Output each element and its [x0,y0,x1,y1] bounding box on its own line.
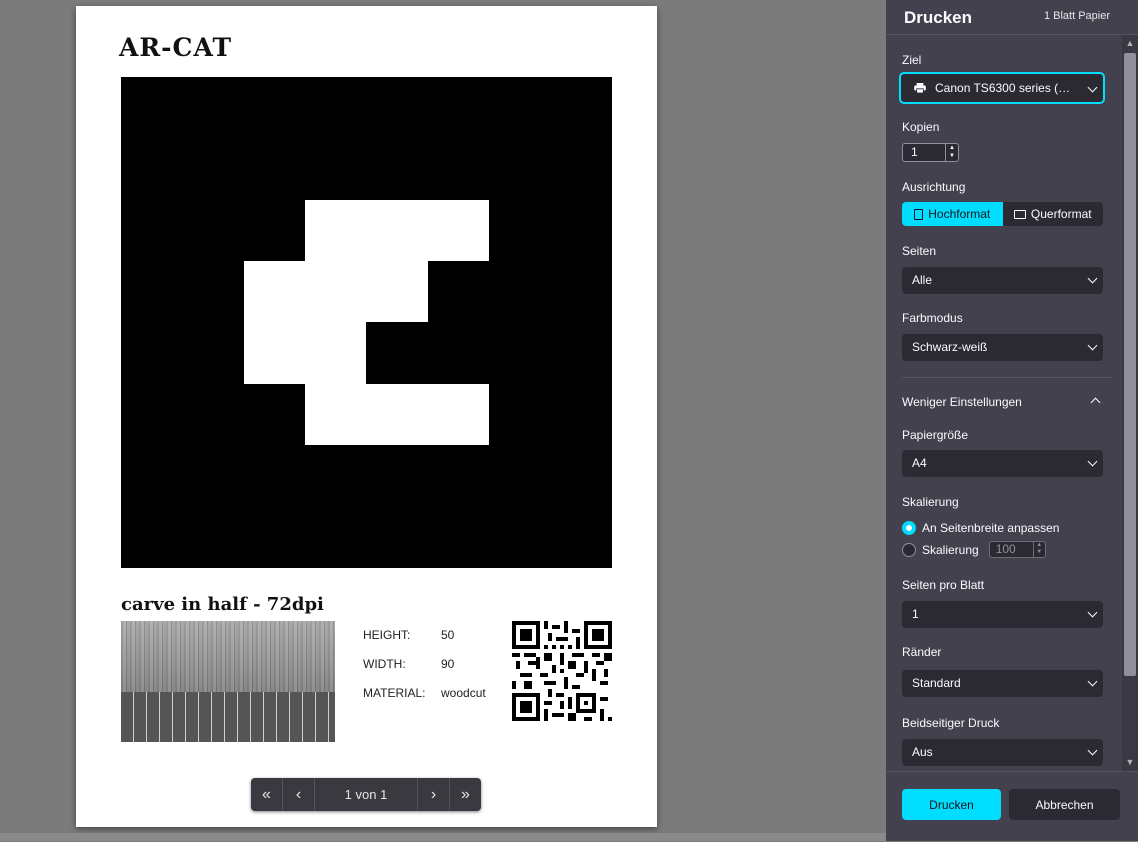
spinner-arrows-icon[interactable]: ▲ ▼ [945,144,958,161]
scaling-percent-input[interactable]: 100 ▲ ▼ [988,541,1046,558]
woodcut-photo [121,621,335,742]
page-indicator: 1 von 1 [315,778,418,811]
cancel-button[interactable]: Abbrechen [1009,789,1120,820]
page-caption: carve in half - 72dpi [121,594,324,615]
scaling-custom-radio[interactable]: Skalierung 100 ▲ ▼ [902,541,1046,558]
paper-size-value: A4 [912,456,927,470]
brand-logo: AR-CAT [119,33,233,62]
pages-select[interactable]: Alle [902,267,1103,294]
radio-selected-icon [902,521,916,535]
radio-unselected-icon [902,542,916,557]
print-preview-area: AR-CAT carve in half - 72dpi HEIGHT: 50 … [0,0,886,841]
copies-label: Kopien [902,120,940,134]
print-settings-panel: Drucken 1 Blatt Papier Ziel Canon TS6300… [886,0,1138,841]
spec-key: MATERIAL: [363,686,426,700]
section-divider [902,377,1112,378]
settings-scroll-area: Ziel Canon TS6300 series (… Kopien 1 ▲ ▼ … [886,35,1122,771]
color-mode-value: Schwarz-weiß [912,340,988,354]
pages-per-sheet-select[interactable]: 1 [902,601,1103,628]
spec-key: HEIGHT: [363,628,411,642]
fewer-settings-toggle[interactable]: Weniger Einstellungen [902,395,1103,409]
destination-select[interactable]: Canon TS6300 series (… [899,72,1105,104]
portrait-option[interactable]: Hochformat [902,202,1003,226]
scaling-fit-radio[interactable]: An Seitenbreite anpassen [902,521,1059,535]
landscape-label: Querformat [1030,207,1092,221]
scaling-label: Skalierung [902,495,959,509]
ar-marker-image [121,77,612,568]
panel-title: Drucken [904,8,973,27]
scaling-custom-label: Skalierung [922,542,979,557]
color-mode-select[interactable]: Schwarz-weiß [902,334,1103,361]
scroll-up-arrow-icon[interactable]: ▲ [1125,38,1135,48]
previous-page-button[interactable]: ‹ [283,778,315,811]
color-mode-label: Farbmodus [902,311,963,325]
orientation-label: Ausrichtung [902,180,966,194]
first-page-button[interactable]: « [251,778,283,811]
copies-value: 1 [911,145,918,159]
page-navigator: « ‹ 1 von 1 › » [251,778,481,811]
sheet-count: 1 Blatt Papier [1043,10,1110,22]
duplex-value: Aus [912,745,933,759]
orientation-toggle: Hochformat Querformat [902,202,1103,226]
chevron-up-icon [1090,397,1101,408]
qr-code [512,621,612,721]
printer-icon [914,83,926,93]
duplex-label: Beidseitiger Druck [902,716,1000,730]
spinner-arrows-icon[interactable]: ▲ ▼ [1032,542,1045,557]
spec-value: 50 [441,628,455,642]
spec-value: woodcut [441,686,486,700]
margins-select[interactable]: Standard [902,670,1103,697]
margins-label: Ränder [902,645,942,659]
pages-per-sheet-label: Seiten pro Blatt [902,578,985,592]
next-page-button[interactable]: › [418,778,450,811]
settings-scrollbar[interactable]: ▲ ▼ [1122,35,1138,771]
panel-header: Drucken 1 Blatt Papier [886,0,1138,35]
scaling-percent-value: 100 [995,542,1016,556]
preview-bottom-strip [0,833,886,841]
pages-label: Seiten [902,244,937,258]
preview-page: AR-CAT carve in half - 72dpi HEIGHT: 50 … [76,6,657,827]
scrollbar-thumb[interactable] [1124,53,1136,676]
copies-input[interactable]: 1 ▲ ▼ [902,143,959,162]
portrait-page-icon [914,208,924,220]
panel-footer: Drucken Abbrechen [886,771,1138,842]
duplex-select[interactable]: Aus [902,739,1103,766]
portrait-label: Hochformat [928,207,991,221]
spec-value: 90 [441,657,455,671]
spec-key: WIDTH: [363,657,406,671]
spec-list: HEIGHT: 50 WIDTH: 90 MATERIAL: woodcut [363,628,486,715]
chevron-down-icon [1087,607,1098,618]
last-page-button[interactable]: » [450,778,481,811]
pages-per-sheet-value: 1 [912,607,919,621]
paper-size-label: Papiergröße [902,428,969,442]
spec-row: HEIGHT: 50 [363,628,486,657]
destination-label: Ziel [902,53,922,67]
print-button[interactable]: Drucken [902,789,1001,820]
chevron-down-icon [1087,456,1098,467]
fewer-settings-label: Weniger Einstellungen [902,395,1022,409]
chevron-down-icon [1087,82,1098,93]
chevron-down-icon [1087,273,1098,284]
scroll-down-arrow-icon[interactable]: ▼ [1125,757,1135,767]
margins-value: Standard [912,676,961,690]
chevron-down-icon [1087,340,1098,351]
paper-size-select[interactable]: A4 [902,450,1103,477]
scaling-fit-label: An Seitenbreite anpassen [922,521,1060,535]
pages-value: Alle [912,273,933,287]
chevron-down-icon [1087,745,1098,756]
spec-row: MATERIAL: woodcut [363,686,486,715]
chevron-down-icon [1087,676,1098,687]
spec-row: WIDTH: 90 [363,657,486,686]
landscape-option[interactable]: Querformat [1002,202,1103,226]
landscape-page-icon [1013,209,1026,219]
destination-value: Canon TS6300 series (… [935,81,1071,95]
